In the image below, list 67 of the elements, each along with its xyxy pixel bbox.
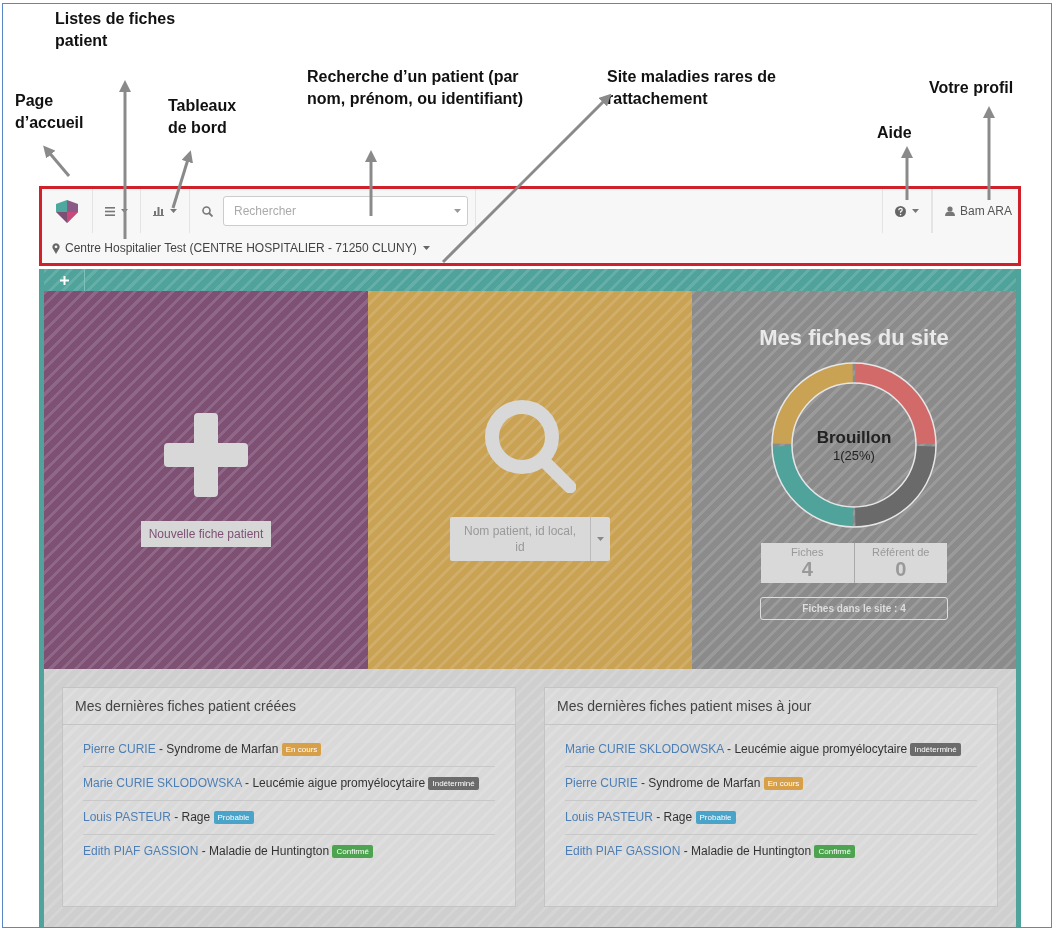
arrow bbox=[43, 145, 71, 177]
annotation-label: Votre profil bbox=[929, 78, 1015, 98]
plus-icon bbox=[164, 413, 248, 497]
diagnosis-text: - Leucémie aigue promyélocytaire bbox=[727, 742, 908, 756]
status-badge: En cours bbox=[763, 777, 804, 790]
search-icon bbox=[484, 399, 576, 493]
status-badge: Probable bbox=[695, 811, 736, 824]
panel-title: Mes dernières fiches patient créées bbox=[63, 688, 515, 725]
status-badge: Confirmé bbox=[332, 845, 373, 858]
annotation-label: Site maladies rares de rattachement bbox=[607, 67, 777, 109]
patient-link[interactable]: Marie CURIE SKLODOWSKA bbox=[83, 776, 242, 790]
diagnosis-text: - Maladie de Huntington bbox=[201, 844, 330, 858]
diagnosis-text: - Syndrome de Marfan bbox=[641, 776, 761, 790]
stat-label: Référent de bbox=[872, 546, 930, 558]
status-badge: Probable bbox=[213, 811, 254, 824]
annotation-label: Tableaux de bord bbox=[168, 96, 238, 138]
patient-link[interactable]: Louis PASTEUR bbox=[565, 810, 653, 824]
patient-select[interactable]: Nom patient, id local, id bbox=[450, 517, 610, 561]
annotation-label: Aide bbox=[877, 123, 913, 143]
site-selector[interactable]: Centre Hospitalier Test (CENTRE HOSPITALIER - 71250 CLUNY) bbox=[65, 241, 430, 255]
plus-icon[interactable] bbox=[59, 275, 69, 285]
bar-chart-icon bbox=[153, 206, 164, 216]
caret-icon bbox=[422, 246, 430, 250]
caret-icon bbox=[121, 209, 128, 213]
help-icon bbox=[894, 205, 906, 217]
stat-label: Fiches bbox=[791, 546, 824, 558]
patient-link[interactable]: Edith PIAF GASSION bbox=[83, 844, 199, 858]
caret-icon bbox=[170, 209, 177, 213]
arrow bbox=[901, 146, 913, 200]
stat-value: 0 bbox=[895, 558, 907, 581]
patient-link[interactable]: Marie CURIE SKLODOWSKA bbox=[565, 742, 724, 756]
patient-link[interactable]: Pierre CURIE bbox=[83, 742, 156, 756]
stat-value: 4 bbox=[801, 558, 813, 581]
status-badge: En cours bbox=[281, 743, 322, 756]
patient-link[interactable]: Pierre CURIE bbox=[565, 776, 638, 790]
donut-value: 1(25%) bbox=[833, 447, 875, 463]
annotation-label: Recherche d’un patient (par nom, prénom, ou identifiant) bbox=[307, 67, 524, 109]
site-records-button[interactable]: Fiches dans le site : 4 bbox=[760, 597, 948, 620]
status-badge: Confirmé bbox=[814, 845, 855, 858]
arrow bbox=[171, 150, 193, 209]
menu-icon bbox=[105, 206, 115, 216]
annotation-label: Listes de fiches patient bbox=[55, 9, 177, 51]
annotation-label: Page d’accueil bbox=[15, 91, 85, 133]
profile-button[interactable]: Bam ARA bbox=[931, 189, 1018, 233]
diagnosis-text: - Leucémie aigue promyélocytaire bbox=[245, 776, 426, 790]
donut-label: Brouillon bbox=[816, 427, 892, 448]
help-menu-button[interactable] bbox=[881, 189, 932, 233]
diagnosis-text: - Rage bbox=[174, 810, 211, 824]
arrow bbox=[365, 150, 377, 216]
patient-link[interactable]: Louis PASTEUR bbox=[83, 810, 171, 824]
caret-icon bbox=[911, 209, 919, 213]
tile-title: Mes fiches du site bbox=[759, 325, 949, 351]
patient-link[interactable]: Edith PIAF GASSION bbox=[565, 844, 681, 858]
logo-icon[interactable] bbox=[54, 198, 80, 224]
diagnosis-text: - Maladie de Huntington bbox=[683, 844, 812, 858]
caret-icon bbox=[597, 537, 604, 541]
panel-title: Mes dernières fiches patient mises à jour bbox=[545, 688, 997, 725]
new-patient-tile[interactable]: Nouvelle fiche patient bbox=[44, 291, 368, 669]
diagnosis-text: - Syndrome de Marfan bbox=[159, 742, 279, 756]
user-icon bbox=[944, 206, 955, 216]
new-patient-button[interactable]: Nouvelle fiche patient bbox=[140, 521, 272, 547]
diagnosis-text: - Rage bbox=[656, 810, 693, 824]
search-field[interactable]: Rechercher bbox=[223, 196, 468, 226]
map-pin-icon bbox=[52, 242, 60, 254]
search-icon bbox=[202, 205, 213, 217]
status-badge: Indéterminé bbox=[910, 743, 961, 756]
status-badge: Indéterminé bbox=[428, 777, 479, 790]
